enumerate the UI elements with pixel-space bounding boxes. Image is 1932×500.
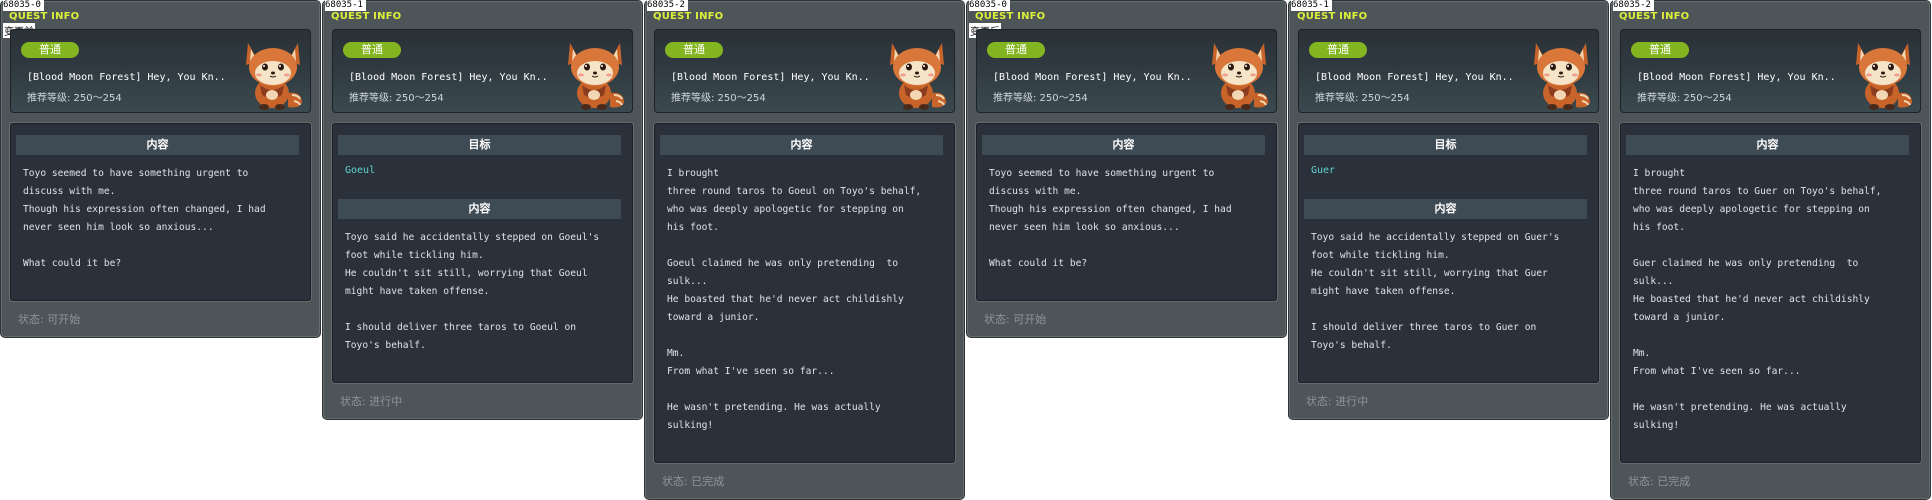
quest-header: 普通 [Blood Moon Forest] Hey, You Kn.. 推荐等… bbox=[332, 29, 633, 113]
quest-header: 普通 [Blood Moon Forest] Hey, You Kn.. 推荐等… bbox=[654, 29, 955, 113]
quest-content-box: 目标 Goeul 内容 Toyo said he accidentally st… bbox=[332, 123, 633, 383]
panel-title: QUEST INFO bbox=[1297, 11, 1368, 22]
quest-id: 68035-1 bbox=[325, 0, 366, 11]
content-section-header: 内容 bbox=[1304, 199, 1587, 219]
quest-target-npc: Guer bbox=[1311, 165, 1336, 176]
recommended-level: 推荐等级: 250～254 bbox=[993, 93, 1088, 104]
quest-title: [Blood Moon Forest] Hey, You Kn.. bbox=[27, 72, 226, 83]
quest-info-panel: 68035-1 QUEST INFO 普通 [Blood Moon Forest… bbox=[1288, 0, 1609, 420]
quest-status: 状态: 进行中 bbox=[1306, 395, 1369, 408]
quest-type-badge: 普通 bbox=[665, 42, 723, 58]
quest-description: Toyo seemed to have something urgent to … bbox=[23, 168, 266, 269]
quest-status: 状态: 可开始 bbox=[18, 313, 81, 326]
red-panda-mascot-icon bbox=[238, 33, 308, 111]
panel-title: QUEST INFO bbox=[331, 11, 402, 22]
panel-title: QUEST INFO bbox=[9, 11, 80, 22]
quest-info-panel: 68035-1 QUEST INFO 普通 [Blood Moon Forest… bbox=[322, 0, 643, 420]
recommended-level: 推荐等级: 250～254 bbox=[1315, 93, 1410, 104]
content-section-header: 内容 bbox=[338, 199, 621, 219]
quest-description: Toyo seemed to have something urgent to … bbox=[989, 168, 1232, 269]
recommended-level: 推荐等级: 250～254 bbox=[671, 93, 766, 104]
quest-title: [Blood Moon Forest] Hey, You Kn.. bbox=[993, 72, 1192, 83]
quest-info-panel: 68035-2 QUEST INFO 普通 [Blood Moon Forest… bbox=[644, 0, 965, 500]
quest-status: 状态: 已完成 bbox=[1628, 475, 1691, 488]
quest-id: 68035-0 bbox=[3, 0, 44, 11]
recommended-level: 推荐等级: 250～254 bbox=[1637, 93, 1732, 104]
quest-type-badge: 普通 bbox=[987, 42, 1045, 58]
content-section-header: 内容 bbox=[660, 135, 943, 155]
red-panda-mascot-icon bbox=[1848, 33, 1918, 111]
quest-content-box: 内容 I brought three round taros to Guer o… bbox=[1620, 123, 1921, 463]
quest-id: 68035-0 bbox=[969, 0, 1010, 11]
panel-title: QUEST INFO bbox=[1619, 11, 1690, 22]
quest-description: Toyo said he accidentally stepped on Gue… bbox=[1311, 232, 1560, 351]
content-section-header: 内容 bbox=[982, 135, 1265, 155]
quest-type-badge: 普通 bbox=[1309, 42, 1367, 58]
quest-status: 状态: 进行中 bbox=[340, 395, 403, 408]
content-section-header: 内容 bbox=[16, 135, 299, 155]
red-panda-mascot-icon bbox=[1204, 33, 1274, 111]
quest-info-panel: 68035-0 QUEST INFO 变更前 普通 [Blood Moon Fo… bbox=[0, 0, 321, 338]
quest-content-box: 内容 Toyo seemed to have something urgent … bbox=[976, 123, 1277, 301]
quest-type-badge: 普通 bbox=[21, 42, 79, 58]
quest-target-npc: Goeul bbox=[345, 165, 376, 176]
quest-title: [Blood Moon Forest] Hey, You Kn.. bbox=[1315, 72, 1514, 83]
target-section-header: 目标 bbox=[1304, 135, 1587, 155]
quest-info-panel: 68035-0 QUEST INFO 变更后 普通 [Blood Moon Fo… bbox=[966, 0, 1287, 338]
quest-header: 普通 [Blood Moon Forest] Hey, You Kn.. 推荐等… bbox=[1620, 29, 1921, 113]
quest-id: 68035-2 bbox=[647, 0, 688, 11]
quest-type-badge: 普通 bbox=[343, 42, 401, 58]
quest-content-box: 内容 Toyo seemed to have something urgent … bbox=[10, 123, 311, 301]
content-section-header: 内容 bbox=[1626, 135, 1909, 155]
quest-id: 68035-1 bbox=[1291, 0, 1332, 11]
quest-header: 普通 [Blood Moon Forest] Hey, You Kn.. 推荐等… bbox=[976, 29, 1277, 113]
quest-type-badge: 普通 bbox=[1631, 42, 1689, 58]
red-panda-mascot-icon bbox=[882, 33, 952, 111]
recommended-level: 推荐等级: 250～254 bbox=[349, 93, 444, 104]
quest-content-box: 内容 I brought three round taros to Goeul … bbox=[654, 123, 955, 463]
quest-description: I brought three round taros to Goeul on … bbox=[667, 168, 922, 431]
quest-header: 普通 [Blood Moon Forest] Hey, You Kn.. 推荐等… bbox=[10, 29, 311, 113]
panel-title: QUEST INFO bbox=[975, 11, 1046, 22]
red-panda-mascot-icon bbox=[1526, 33, 1596, 111]
quest-content-box: 目标 Guer 内容 Toyo said he accidentally ste… bbox=[1298, 123, 1599, 383]
quest-id: 68035-2 bbox=[1613, 0, 1654, 11]
panel-title: QUEST INFO bbox=[653, 11, 724, 22]
recommended-level: 推荐等级: 250～254 bbox=[27, 93, 122, 104]
target-section-header: 目标 bbox=[338, 135, 621, 155]
quest-title: [Blood Moon Forest] Hey, You Kn.. bbox=[1637, 72, 1836, 83]
quest-info-panel: 68035-2 QUEST INFO 普通 [Blood Moon Forest… bbox=[1610, 0, 1931, 500]
quest-status: 状态: 已完成 bbox=[662, 475, 725, 488]
quest-status: 状态: 可开始 bbox=[984, 313, 1047, 326]
quest-description: I brought three round taros to Guer on T… bbox=[1633, 168, 1882, 431]
quest-title: [Blood Moon Forest] Hey, You Kn.. bbox=[349, 72, 548, 83]
quest-description: Toyo said he accidentally stepped on Goe… bbox=[345, 232, 600, 351]
quest-header: 普通 [Blood Moon Forest] Hey, You Kn.. 推荐等… bbox=[1298, 29, 1599, 113]
red-panda-mascot-icon bbox=[560, 33, 630, 111]
quest-title: [Blood Moon Forest] Hey, You Kn.. bbox=[671, 72, 870, 83]
